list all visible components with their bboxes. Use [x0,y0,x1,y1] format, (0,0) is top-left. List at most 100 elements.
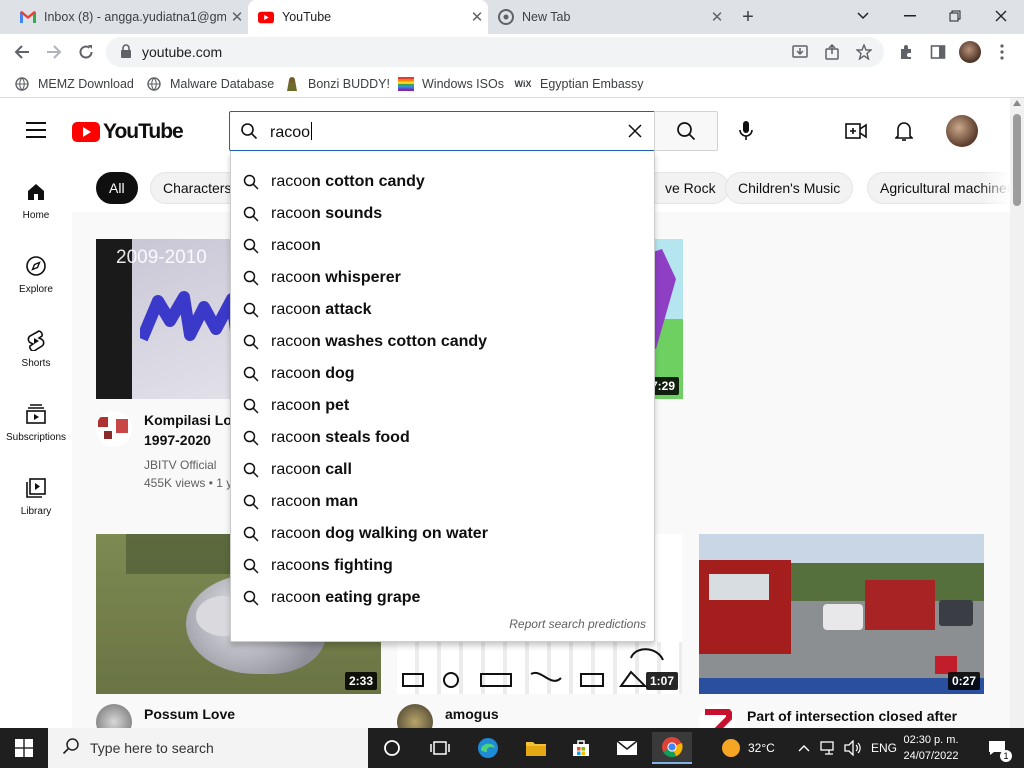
guide-item-home[interactable]: Home [0,164,72,234]
star-icon[interactable] [854,42,874,62]
taskbar-search-box[interactable]: Type here to search [48,728,368,768]
notifications-bell-icon[interactable] [890,117,918,145]
weather-widget[interactable]: 32°C [722,728,775,768]
close-tab-icon[interactable]: ✕ [706,8,728,26]
search-input[interactable]: racoo [229,111,655,151]
video-thumbnail[interactable]: 0:27 [699,534,984,694]
suggestion-item[interactable]: racoo n washes cotton candy [231,326,655,358]
side-panel-icon[interactable] [924,38,952,66]
bookmark-windows-isos[interactable]: Windows ISOs [398,75,504,93]
search-value[interactable]: racoo [270,122,313,142]
guide-item-shorts[interactable]: Shorts [0,312,72,382]
guide-item-subscriptions[interactable]: Subscriptions [0,386,72,456]
chip-childrens-music[interactable]: Children's Music [725,172,854,204]
share-icon[interactable] [822,42,842,62]
close-tab-icon[interactable]: ✕ [226,8,248,26]
search-icon [240,122,258,145]
volume-icon[interactable] [844,728,862,768]
suggestion-item[interactable]: racoo n sounds [231,198,655,230]
report-search-predictions-link[interactable]: Report search predictions [509,617,646,631]
suggestion-item[interactable]: racoo n eating grape [231,582,655,614]
video-title[interactable]: Possum Love [144,704,235,724]
suggestion-item[interactable]: racoo n man [231,486,655,518]
create-video-icon[interactable] [842,117,870,145]
suggestion-item[interactable]: racoo n attack [231,294,655,326]
bookmark-egyptian-embassy[interactable]: WiX Egyptian Embassy [514,75,644,93]
new-tab-button[interactable]: + [736,5,760,29]
guide-item-explore[interactable]: Explore [0,238,72,308]
windows-logo-icon [15,739,33,757]
account-avatar[interactable] [946,115,978,147]
profile-avatar[interactable] [956,38,984,66]
suggestion-item[interactable]: racoo n dog [231,358,655,390]
search-icon [242,173,260,191]
bookmark-malware-database[interactable]: Malware Database [146,75,274,93]
channel-avatar[interactable] [397,704,433,728]
guide-item-library[interactable]: Library [0,460,72,530]
channel-avatar[interactable] [96,704,132,728]
video-title[interactable]: Part of intersection closed after [747,706,957,726]
scroll-up-arrow-icon[interactable] [1013,100,1021,106]
edge-icon[interactable] [470,732,506,764]
suggestion-item[interactable]: racoo n dog walking on water [231,518,655,550]
microphone-icon [739,121,753,140]
bookmarks-bar: MEMZ Download Malware Database Bonzi BUD… [0,70,1024,98]
page-scrollbar[interactable] [1010,98,1024,728]
search-button[interactable] [654,111,718,151]
reload-button[interactable] [72,38,100,66]
action-center-icon[interactable]: 1 [982,728,1012,768]
close-tab-icon[interactable]: ✕ [466,8,488,26]
channel-avatar[interactable] [699,704,735,728]
chrome-taskbar-icon[interactable] [652,732,692,764]
back-button[interactable] [8,38,36,66]
chip-all[interactable]: All [96,172,138,204]
scrollbar-thumb[interactable] [1013,114,1021,206]
search-suggestions-dropdown: racoo n cotton candy racoo n sounds racoo n… [230,151,655,642]
cortana-icon[interactable] [374,732,410,764]
channel-name[interactable]: JBITV Official [144,456,216,474]
temperature-text: 32°C [748,741,775,755]
windows-taskbar: Type here to search 32°C ENG 02:30 p. m.… [0,728,1024,768]
address-bar[interactable]: youtube.com [106,37,884,67]
voice-search-button[interactable] [730,115,762,147]
clock-date: 24/07/2022 [903,750,959,762]
extensions-icon[interactable] [892,38,920,66]
lock-icon[interactable] [120,44,132,63]
suggestion-item[interactable]: racoo n pet [231,390,655,422]
clear-search-icon[interactable] [624,120,646,142]
show-hidden-icons-icon[interactable] [798,728,810,768]
chips-fade [980,164,1010,212]
forward-button[interactable] [40,38,68,66]
task-view-icon[interactable] [422,732,458,764]
menu-dots-icon[interactable] [988,38,1016,66]
close-window-button[interactable] [988,4,1014,28]
mail-icon[interactable] [609,732,645,764]
tab-gmail[interactable]: Inbox (8) - angga.yudiatna1@gmail.com ✕ [0,0,248,34]
network-icon[interactable] [820,728,838,768]
tab-new-tab[interactable]: New Tab ✕ [488,0,728,34]
minimize-button[interactable] [897,4,923,28]
language-indicator[interactable]: ENG [871,728,897,768]
bookmark-bonzi-buddy[interactable]: Bonzi BUDDY! [284,75,390,93]
taskbar-clock[interactable]: 02:30 p. m. 24/07/2022 [896,732,966,764]
install-icon[interactable] [790,42,810,62]
video-title[interactable]: amogus [445,704,499,724]
suggestion-item[interactable]: racoo n call [231,454,655,486]
youtube-logo[interactable]: YouTube [72,120,184,144]
suggestion-item[interactable]: racoo n steals food [231,422,655,454]
url-text[interactable]: youtube.com [142,44,222,60]
suggestion-item[interactable]: racoo n cotton candy [231,166,655,198]
channel-avatar[interactable] [96,411,132,447]
store-icon[interactable] [563,732,599,764]
suggestion-item[interactable]: racoo n [231,230,655,262]
tab-search-icon[interactable] [850,4,876,28]
restore-button[interactable] [942,4,968,28]
start-button[interactable] [0,728,48,768]
suggestion-item[interactable]: racoo n whisperer [231,262,655,294]
file-explorer-icon[interactable] [518,732,554,764]
video-title[interactable]: Kompilasi Log 1997-2020 [144,410,244,450]
tab-youtube[interactable]: YouTube ✕ [248,0,488,34]
hamburger-menu-icon[interactable] [26,122,46,138]
bookmark-memz[interactable]: MEMZ Download [14,75,134,93]
suggestion-item[interactable]: racoo ns fighting [231,550,655,582]
